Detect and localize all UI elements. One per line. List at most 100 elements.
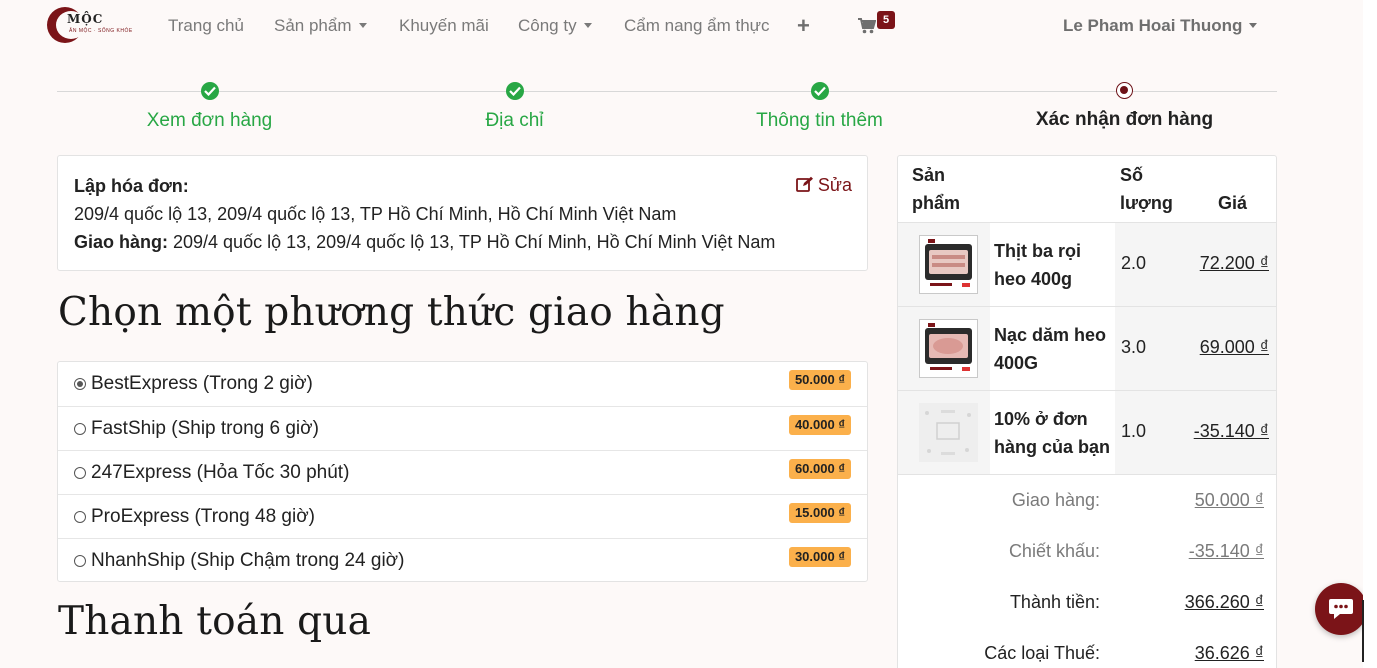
nav-home-label: Trang chủ xyxy=(168,16,244,35)
product-thumbnail[interactable] xyxy=(919,319,978,378)
nav-promotions[interactable]: Khuyến mãi xyxy=(399,16,489,36)
product-name[interactable]: Nạc dăm heo 400G xyxy=(990,307,1115,390)
nav-company-label: Công ty xyxy=(518,16,577,35)
product-quantity: 3.0 xyxy=(1121,337,1147,357)
check-circle-icon xyxy=(810,82,829,100)
shipping-price-badge: 15.000 ₫ xyxy=(788,503,851,523)
order-item-row: 10% ở đơn hàng của bạn 1.0 -35.140 ₫ xyxy=(898,391,1276,474)
shipping-option[interactable]: FastShip (Ship trong 6 giờ) 40.000 ₫ xyxy=(58,406,867,450)
nav-products[interactable]: Sản phẩm xyxy=(274,16,367,36)
check-circle-icon xyxy=(505,82,524,100)
logo[interactable]: MỘC ĂN MỘC · SỐNG KHỎE xyxy=(47,7,133,43)
shipping-option-label: FastShip (Ship trong 6 giờ) xyxy=(91,418,319,439)
shipping-option-label: 247Express (Hỏa Tốc 30 phút) xyxy=(91,462,350,483)
order-summary: Sản phẩm Số lượng Giá Thịt ba rọi heo 40… xyxy=(897,155,1277,668)
step-label: Địa chỉ xyxy=(485,110,544,131)
nav-home[interactable]: Trang chủ xyxy=(168,16,244,36)
divider xyxy=(898,474,1276,475)
subtotal-label: Thành tiền: xyxy=(1009,592,1100,612)
shipping-price-badge: 60.000 ₫ xyxy=(788,459,851,479)
shipping-address-line: Giao hàng: 209/4 quốc lộ 13, 209/4 quốc … xyxy=(74,232,775,253)
user-menu[interactable]: Le Pham Hoai Thuong xyxy=(1063,16,1258,36)
chevron-down-icon xyxy=(358,23,367,28)
col-header-price: Giá xyxy=(1218,193,1248,213)
user-name: Le Pham Hoai Thuong xyxy=(1063,16,1243,35)
address-card: Lập hóa đơn: 209/4 quốc lộ 13, 209/4 quố… xyxy=(57,155,868,271)
product-quantity: 1.0 xyxy=(1121,421,1147,441)
shipping-option[interactable]: NhanhShip (Ship Chậm trong 24 giờ) 30.00… xyxy=(58,538,867,582)
radio-button[interactable] xyxy=(74,467,86,479)
product-price: 69.000 ₫ xyxy=(1199,337,1269,357)
product-price: -35.140 ₫ xyxy=(1193,421,1269,441)
order-item-row: Thịt ba rọi heo 400g 2.0 72.200 ₫ xyxy=(898,223,1276,306)
product-name: 10% ở đơn hàng của bạn xyxy=(990,391,1115,474)
step-confirm-order: Xác nhận đơn hàng xyxy=(972,80,1277,131)
chevron-down-icon xyxy=(583,23,592,28)
shipping-method-heading: Chọn một phương thức giao hàng xyxy=(58,290,725,335)
page: MỘC ĂN MỘC · SỐNG KHỎE Trang chủ Sản phẩ… xyxy=(0,0,1367,668)
shipping-total-label: Giao hàng: xyxy=(1011,490,1100,510)
product-quantity: 2.0 xyxy=(1121,253,1147,273)
shipping-option[interactable]: ProExpress (Trong 48 giờ) 15.000 ₫ xyxy=(58,494,867,538)
placeholder-image-icon xyxy=(919,403,978,462)
shipping-options-list: BestExpress (Trong 2 giờ) 50.000 ₫ FastS… xyxy=(57,361,868,582)
tax-label: Các loại Thuế: xyxy=(984,643,1100,663)
page-edge xyxy=(1363,0,1377,668)
product-thumbnail[interactable] xyxy=(919,235,978,294)
shipping-option-label: NhanhShip (Ship Chậm trong 24 giờ) xyxy=(91,550,405,571)
step-review-order[interactable]: Xem đơn hàng xyxy=(57,80,362,132)
step-label: Thông tin thêm xyxy=(756,110,883,131)
shipping-price-badge: 40.000 ₫ xyxy=(788,415,851,435)
navbar: MỘC ĂN MỘC · SỐNG KHỎE Trang chủ Sản phẩ… xyxy=(0,0,1320,52)
shipping-option[interactable]: BestExpress (Trong 2 giờ) 50.000 ₫ xyxy=(58,362,867,406)
payment-heading: Thanh toán qua xyxy=(58,599,372,644)
radio-button[interactable] xyxy=(74,378,86,390)
nav-promotions-label: Khuyến mãi xyxy=(399,16,489,35)
nav-food-guide-label: Cẩm nang ẩm thực xyxy=(624,16,770,35)
product-name[interactable]: Thịt ba rọi heo 400g xyxy=(990,223,1115,306)
subtotal-value: 366.260 ₫ xyxy=(1184,592,1264,612)
radio-button[interactable] xyxy=(74,423,86,435)
step-label: Xem đơn hàng xyxy=(146,110,273,131)
edit-address-link[interactable]: Sửa xyxy=(796,175,852,196)
logo-tagline: ĂN MỘC · SỐNG KHỎE xyxy=(69,28,133,34)
edit-label: Sửa xyxy=(817,175,852,195)
plus-icon[interactable]: + xyxy=(797,13,810,39)
nav-products-label: Sản phẩm xyxy=(274,16,352,35)
tax-value: 36.626 ₫ xyxy=(1194,643,1264,663)
logo-text: MỘC xyxy=(67,12,104,26)
cart-icon[interactable] xyxy=(858,18,877,34)
billing-title: Lập hóa đơn: xyxy=(74,176,189,196)
discount-label: Chiết khấu: xyxy=(1008,541,1100,561)
edit-icon xyxy=(796,176,813,192)
order-item-row: Nạc dăm heo 400G 3.0 69.000 ₫ xyxy=(898,307,1276,390)
shipping-option[interactable]: 247Express (Hỏa Tốc 30 phút) 60.000 ₫ xyxy=(58,450,867,494)
col-header-quantity: Số lượng xyxy=(1120,165,1173,213)
cart-count-badge: 5 xyxy=(877,11,895,29)
radio-button[interactable] xyxy=(74,511,86,523)
step-address[interactable]: Địa chỉ xyxy=(362,80,667,132)
shipping-option-label: ProExpress (Trong 48 giờ) xyxy=(91,506,316,527)
chat-button[interactable] xyxy=(1315,583,1367,635)
radio-button[interactable] xyxy=(74,555,86,567)
nav-food-guide[interactable]: Cẩm nang ẩm thực xyxy=(624,16,770,36)
shipping-address: 209/4 quốc lộ 13, 209/4 quốc lộ 13, TP H… xyxy=(168,232,776,252)
chat-icon xyxy=(1329,599,1353,619)
check-circle-icon xyxy=(200,82,219,100)
shipping-option-label: BestExpress (Trong 2 giờ) xyxy=(91,373,313,394)
product-price: 72.200 ₫ xyxy=(1199,253,1269,273)
nav-company[interactable]: Công ty xyxy=(518,16,592,36)
shipping-title: Giao hàng: xyxy=(74,232,168,252)
radio-dot-icon xyxy=(1116,82,1133,99)
shipping-total-value: 50.000 ₫ xyxy=(1194,490,1264,510)
scrollbar[interactable] xyxy=(1362,600,1364,662)
billing-address: 209/4 quốc lộ 13, 209/4 quốc lộ 13, TP H… xyxy=(74,204,677,224)
shipping-price-badge: 50.000 ₫ xyxy=(788,370,851,390)
chevron-down-icon xyxy=(1249,23,1258,28)
checkout-steps: Xem đơn hàng Địa chỉ Thông tin thêm Xác … xyxy=(57,80,1277,140)
discount-value: -35.140 ₫ xyxy=(1188,541,1264,561)
col-header-product: Sản phẩm xyxy=(912,165,961,213)
step-extra-info[interactable]: Thông tin thêm xyxy=(667,80,972,132)
shipping-price-badge: 30.000 ₫ xyxy=(788,547,851,567)
step-label: Xác nhận đơn hàng xyxy=(1035,109,1214,130)
